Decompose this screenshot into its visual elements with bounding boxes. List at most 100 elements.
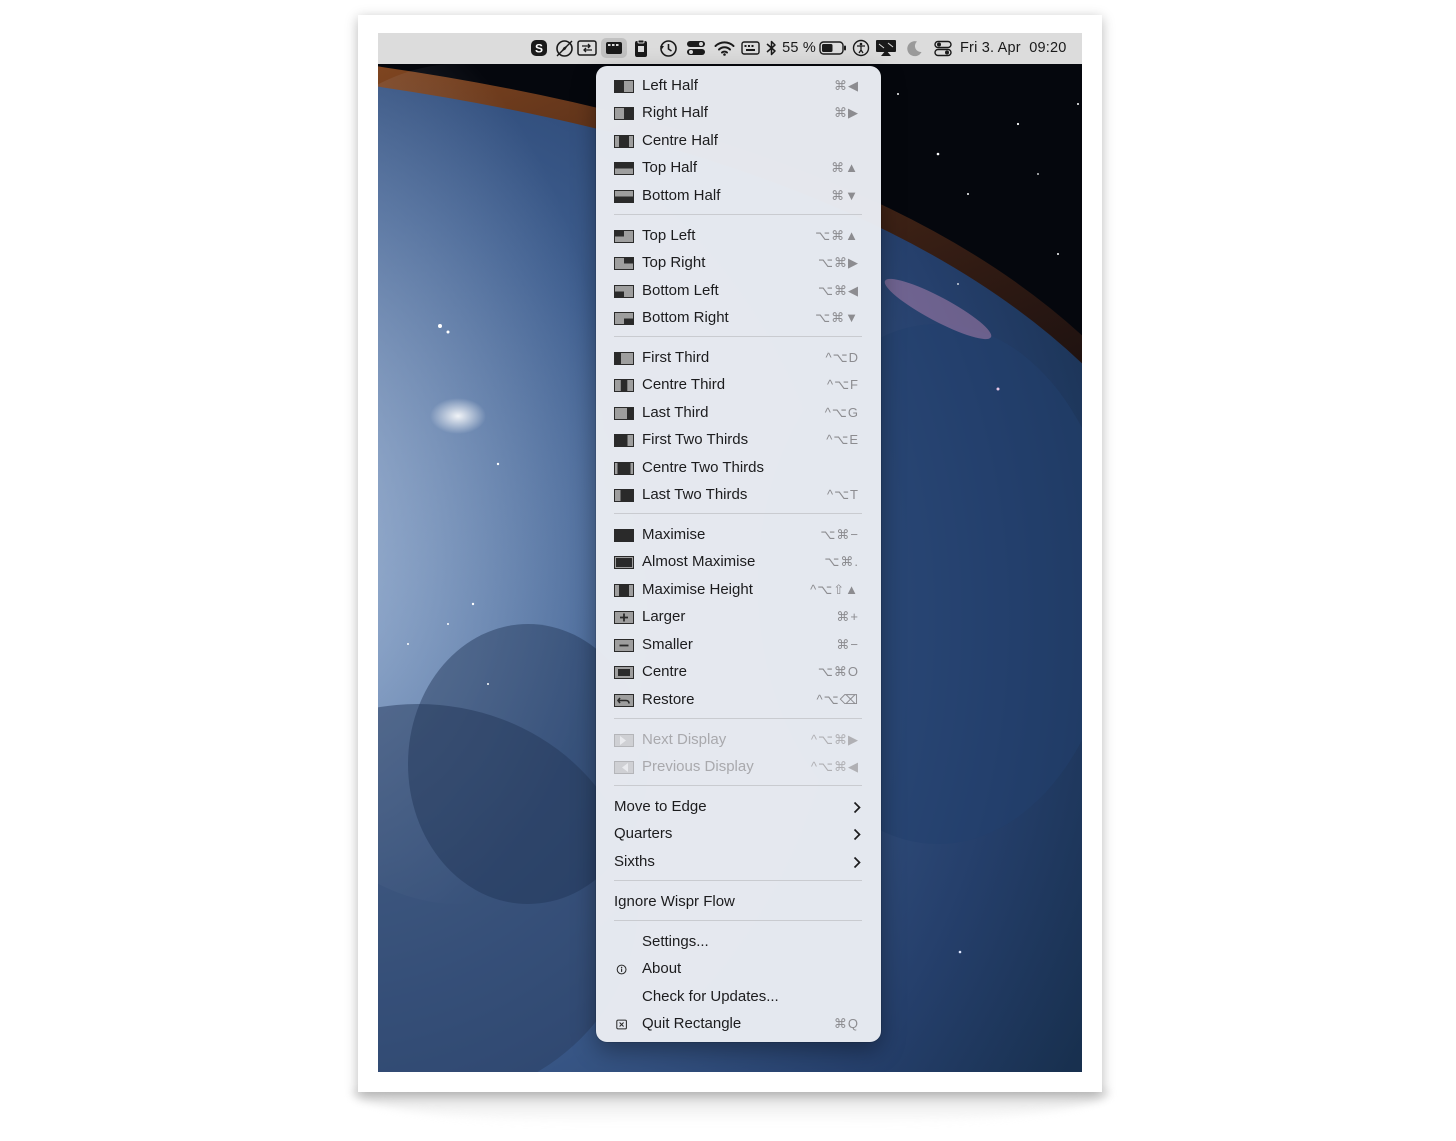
- accessibility-icon[interactable]: [851, 38, 871, 58]
- menu-item-bottom-left[interactable]: Bottom Left ⌥⌘◀: [596, 278, 881, 304]
- clipboard-icon[interactable]: [631, 38, 651, 58]
- menu-item-label: Last Two Thirds: [642, 486, 748, 503]
- shortcut-label: ⌥⌘−: [820, 527, 859, 542]
- shortcut-label: ⌥⌘O: [817, 664, 859, 679]
- menu-item-label: Last Third: [642, 404, 709, 421]
- maximise-height-icon: [614, 584, 634, 597]
- menu-separator: [614, 718, 862, 719]
- menu-item-settings[interactable]: Settings...: [596, 929, 881, 955]
- menubar-clock[interactable]: Fri 3. Apr 09:20: [960, 38, 1076, 58]
- menu-item-top-half[interactable]: Top Half ⌘▲: [596, 155, 881, 181]
- info-icon: [616, 964, 627, 975]
- bottom-right-icon: [614, 312, 634, 325]
- menu-bar: S 55 % Fri 3. Apr 09:20: [378, 33, 1082, 64]
- menu-item-label: Smaller: [642, 636, 693, 653]
- shortcut-label: ^⌥T: [826, 487, 859, 502]
- menu-item-previous-display[interactable]: Previous Display ^⌥⌘◀: [596, 754, 881, 780]
- menu-item-label: Next Display: [642, 731, 727, 748]
- control-centre-icon[interactable]: [932, 38, 954, 58]
- shortcut-label: ^⌥⌘▶: [810, 732, 859, 747]
- menu-item-label: Bottom Left: [642, 282, 719, 299]
- shortcut-label: ^⌥G: [824, 405, 859, 420]
- skype-icon[interactable]: S: [529, 38, 549, 58]
- menu-item-sixths[interactable]: Sixths: [596, 849, 881, 875]
- menu-item-centre-two-thirds[interactable]: Centre Two Thirds: [596, 455, 881, 481]
- menu-item-label: Quarters: [614, 825, 673, 842]
- menu-item-restore[interactable]: Restore ^⌥⌫: [596, 687, 881, 713]
- menu-item-smaller[interactable]: Smaller ⌘−: [596, 632, 881, 658]
- battery-percent: 55 %: [782, 40, 816, 56]
- right-half-icon: [614, 107, 634, 120]
- time-machine-icon[interactable]: [657, 38, 679, 58]
- compass-icon[interactable]: [553, 38, 575, 58]
- menu-item-label: Almost Maximise: [642, 553, 756, 570]
- menu-item-bottom-half[interactable]: Bottom Half ⌘▼: [596, 183, 881, 209]
- menu-item-centre-half[interactable]: Centre Half: [596, 128, 881, 154]
- menu-item-label: First Two Thirds: [642, 431, 749, 448]
- menu-item-label: Sixths: [614, 853, 655, 870]
- menu-item-next-display[interactable]: Next Display ^⌥⌘▶: [596, 727, 881, 753]
- menu-item-label: Centre Half: [642, 132, 718, 149]
- menu-item-about[interactable]: About: [596, 956, 881, 982]
- screen-share-icon[interactable]: [576, 38, 598, 58]
- wifi-icon[interactable]: [712, 38, 736, 58]
- menu-item-first-third[interactable]: First Third ^⌥D: [596, 345, 881, 371]
- menu-item-ignore-app[interactable]: Ignore Wispr Flow: [596, 889, 881, 915]
- menu-item-first-two-thirds[interactable]: First Two Thirds ^⌥E: [596, 427, 881, 453]
- shortcut-label: ⌥⌘◀: [818, 283, 859, 298]
- shortcut-label: ⌘▶: [834, 105, 859, 120]
- centre-third-icon: [614, 379, 634, 392]
- menu-item-quit[interactable]: Quit Rectangle ⌘Q: [596, 1011, 881, 1037]
- top-half-icon: [614, 162, 634, 175]
- menu-item-label: Bottom Right: [642, 309, 729, 326]
- menu-item-label: Maximise: [642, 526, 706, 543]
- menu-item-label: Centre Two Thirds: [642, 459, 764, 476]
- bluetooth-icon[interactable]: [764, 38, 778, 58]
- menu-item-centre[interactable]: Centre ⌥⌘O: [596, 659, 881, 685]
- menu-item-last-two-thirds[interactable]: Last Two Thirds ^⌥T: [596, 482, 881, 508]
- menu-separator: [614, 513, 862, 514]
- menu-item-right-half[interactable]: Right Half ⌘▶: [596, 100, 881, 126]
- keyboard-icon[interactable]: [739, 38, 761, 58]
- menu-item-almost-maximise[interactable]: Almost Maximise ⌥⌘.: [596, 549, 881, 575]
- menu-item-top-right[interactable]: Top Right ⌥⌘▶: [596, 250, 881, 276]
- menu-item-larger[interactable]: Larger ⌘+: [596, 604, 881, 630]
- chevron-right-icon: [853, 828, 861, 841]
- menu-item-label: Left Half: [642, 77, 698, 94]
- menu-item-label: Settings...: [642, 933, 709, 950]
- rectangle-menu: Left Half ⌘◀ Right Half ⌘▶ Centre Half T…: [596, 66, 881, 1042]
- rectangle-app-icon[interactable]: [601, 38, 627, 58]
- menu-item-label: Maximise Height: [642, 581, 753, 598]
- menu-item-maximise-height[interactable]: Maximise Height ^⌥⇧▲: [596, 577, 881, 603]
- previous-display-icon: [614, 761, 634, 774]
- maximise-icon: [614, 529, 634, 542]
- shortcut-label: ⌘+: [836, 609, 859, 624]
- shortcut-label: ⌘▼: [831, 188, 859, 203]
- larger-icon: [614, 611, 634, 624]
- menu-item-left-half[interactable]: Left Half ⌘◀: [596, 73, 881, 99]
- display-mirroring-icon[interactable]: [874, 38, 898, 58]
- menu-item-quarters[interactable]: Quarters: [596, 821, 881, 847]
- menu-item-label: Top Half: [642, 159, 698, 176]
- battery-icon[interactable]: [818, 38, 848, 58]
- menu-item-move-to-edge[interactable]: Move to Edge: [596, 794, 881, 820]
- menu-separator: [614, 214, 862, 215]
- control-toggle-icon[interactable]: [685, 38, 707, 58]
- menu-item-bottom-right[interactable]: Bottom Right ⌥⌘▼: [596, 305, 881, 331]
- moon-icon[interactable]: [904, 38, 924, 58]
- centre-half-icon: [614, 135, 634, 148]
- menu-separator: [614, 880, 862, 881]
- shortcut-label: ⌥⌘▶: [818, 255, 859, 270]
- menu-item-check-for-updates[interactable]: Check for Updates...: [596, 984, 881, 1010]
- menu-item-centre-third[interactable]: Centre Third ^⌥F: [596, 372, 881, 398]
- menu-item-maximise[interactable]: Maximise ⌥⌘−: [596, 522, 881, 548]
- first-third-icon: [614, 352, 634, 365]
- menu-item-top-left[interactable]: Top Left ⌥⌘▲: [596, 223, 881, 249]
- top-left-icon: [614, 230, 634, 243]
- shortcut-label: ^⌥F: [826, 377, 859, 392]
- menu-item-last-third[interactable]: Last Third ^⌥G: [596, 400, 881, 426]
- last-two-thirds-icon: [614, 489, 634, 502]
- menu-item-label: Centre Third: [642, 376, 726, 393]
- left-half-icon: [614, 80, 634, 93]
- menu-item-label: Bottom Half: [642, 187, 721, 204]
